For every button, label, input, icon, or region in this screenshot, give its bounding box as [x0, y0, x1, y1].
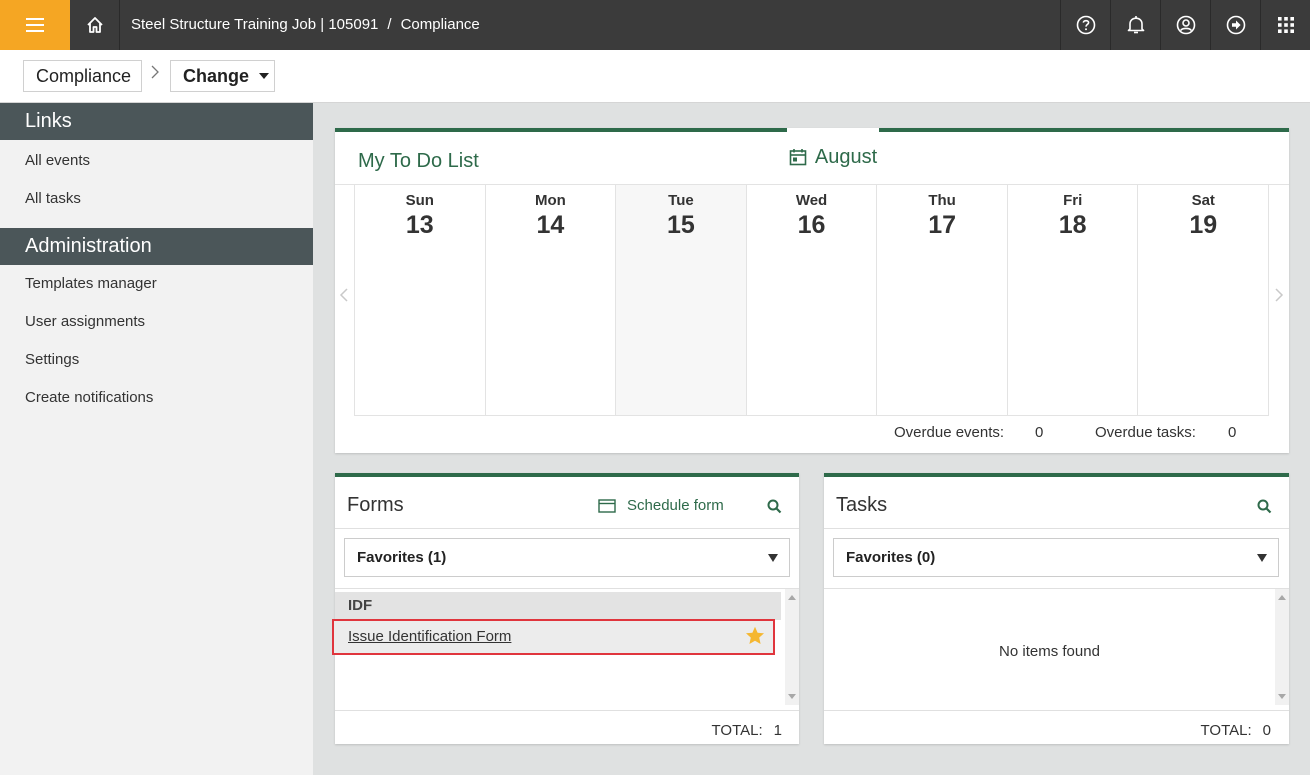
forms-list: IDF Issue Identification Form	[332, 588, 799, 705]
month-label: August	[814, 145, 878, 168]
change-label: Change	[183, 65, 250, 86]
breadcrumb-separator: /	[387, 16, 392, 33]
profile-button[interactable]	[1160, 0, 1210, 50]
tasks-title: Tasks	[836, 494, 888, 516]
form-link[interactable]: Issue Identification Form	[348, 628, 511, 645]
day-column[interactable]: Fri 18	[1008, 185, 1139, 415]
tasks-list: No items found	[824, 588, 1289, 705]
home-button[interactable]	[70, 0, 120, 50]
forms-total: TOTAL: 1	[712, 722, 782, 739]
hamburger-menu-button[interactable]	[0, 0, 70, 50]
day-column[interactable]: Sun 13	[355, 185, 486, 415]
section-title: Compliance	[400, 16, 480, 33]
sidebar-item-all-events[interactable]: All events	[0, 142, 313, 180]
main-content: My To Do List August Sun 13 Mon 14 Tue 15 W…	[313, 103, 1310, 775]
chevron-down-icon	[1257, 554, 1267, 562]
total-label: TOTAL:	[1200, 722, 1252, 739]
job-title-link[interactable]: Steel Structure Training Job | 105091	[131, 16, 378, 33]
calendar-icon	[789, 149, 807, 166]
day-number: 15	[667, 211, 695, 239]
home-icon	[86, 17, 103, 33]
help-icon	[1076, 15, 1095, 35]
prev-week-icon[interactable]	[339, 287, 349, 303]
breadcrumb: Compliance Change	[0, 50, 1310, 103]
tasks-total: TOTAL: 0	[1201, 722, 1271, 739]
forms-scrollbar[interactable]	[785, 589, 799, 705]
tasks-card: Tasks Favorites (0) No items found TOTAL…	[824, 473, 1289, 744]
top-breadcrumb: Steel Structure Training Job | 105091 / Co…	[131, 0, 480, 50]
tasks-filter-value: Favorites (0)	[846, 549, 936, 566]
total-count: 0	[1262, 722, 1271, 739]
day-name: Sat	[1191, 192, 1215, 209]
sidebar-item-settings[interactable]: Settings	[0, 341, 313, 379]
day-name: Fri	[1063, 192, 1083, 209]
empty-message: No items found	[999, 643, 1100, 660]
day-column[interactable]: Thu 17	[877, 185, 1008, 415]
todo-card: My To Do List August Sun 13 Mon 14 Tue 15 W…	[335, 128, 1289, 453]
todo-title: My To Do List	[358, 150, 479, 172]
day-column[interactable]: Sat 19	[1138, 185, 1268, 415]
schedule-form-label: Schedule form	[627, 497, 724, 514]
user-icon	[1176, 15, 1195, 35]
change-dropdown[interactable]: Change	[170, 60, 275, 92]
forms-card: Forms Schedule form Favorites (1) IDF Is…	[332, 473, 799, 744]
month-selector[interactable]: August	[787, 128, 879, 184]
forms-filter-value: Favorites (1)	[357, 549, 447, 566]
apps-button[interactable]	[1260, 0, 1310, 50]
sidebar: Links All events All tasks Administratio…	[0, 103, 313, 775]
overdue-events-label: Overdue events:	[894, 424, 1005, 441]
day-column[interactable]: Mon 14	[486, 185, 617, 415]
total-label: TOTAL:	[711, 722, 763, 739]
schedule-form-button[interactable]: Schedule form	[598, 497, 724, 514]
day-number: 14	[536, 211, 565, 239]
day-name: Wed	[795, 192, 828, 209]
hamburger-icon	[26, 18, 44, 32]
search-icon[interactable]	[767, 499, 782, 514]
overdue-tasks-label: Overdue tasks:	[1095, 424, 1196, 441]
apps-grid-icon	[1277, 17, 1294, 33]
group-header-idf: IDF	[335, 592, 781, 620]
chevron-right-icon	[151, 65, 159, 79]
overdue-tasks-count: 0	[1228, 424, 1237, 441]
notifications-button[interactable]	[1110, 0, 1160, 50]
calendar-icon	[598, 499, 616, 513]
administration-header: Administration	[0, 228, 313, 265]
sidebar-item-all-tasks[interactable]: All tasks	[0, 180, 313, 218]
day-column[interactable]: Wed 16	[747, 185, 878, 415]
sidebar-item-templates-manager[interactable]: Templates manager	[0, 265, 313, 303]
links-header: Links	[0, 103, 313, 140]
breadcrumb-compliance[interactable]: Compliance	[23, 60, 142, 92]
search-icon[interactable]	[1257, 499, 1272, 514]
chevron-down-icon	[768, 554, 778, 562]
star-icon[interactable]	[745, 626, 765, 645]
forms-filter-select[interactable]: Favorites (1)	[344, 538, 790, 577]
logout-button[interactable]	[1210, 0, 1260, 50]
tasks-scrollbar[interactable]	[1275, 589, 1289, 705]
bell-icon	[1127, 16, 1144, 34]
day-name: Tue	[668, 192, 694, 209]
day-number: 13	[405, 211, 434, 239]
total-count: 1	[773, 722, 782, 739]
week-calendar: Sun 13 Mon 14 Tue 15 Wed 16 Thu 17 Fri 18 Sat 1…	[354, 185, 1269, 416]
sidebar-item-create-notifications[interactable]: Create notifications	[0, 379, 313, 417]
overdue-events-count: 0	[1035, 424, 1044, 441]
day-number: 18	[1058, 211, 1087, 239]
forms-title: Forms	[347, 494, 404, 516]
day-name: Mon	[534, 192, 566, 209]
next-week-icon[interactable]	[1274, 287, 1284, 303]
top-bar: Steel Structure Training Job | 105091 / Co…	[0, 0, 1310, 50]
help-button[interactable]	[1060, 0, 1110, 50]
day-number: 19	[1189, 211, 1218, 239]
caret-down-icon	[259, 73, 270, 79]
day-name: Thu	[928, 192, 956, 209]
day-column-today[interactable]: Tue 15	[616, 185, 747, 415]
day-number: 16	[797, 211, 826, 239]
day-name: Sun	[405, 192, 434, 209]
day-number: 17	[928, 211, 956, 239]
tasks-filter-select[interactable]: Favorites (0)	[833, 538, 1279, 577]
logout-icon	[1226, 15, 1245, 35]
list-item-issue-identification-form[interactable]: Issue Identification Form	[332, 619, 775, 655]
sidebar-item-user-assignments[interactable]: User assignments	[0, 303, 313, 341]
